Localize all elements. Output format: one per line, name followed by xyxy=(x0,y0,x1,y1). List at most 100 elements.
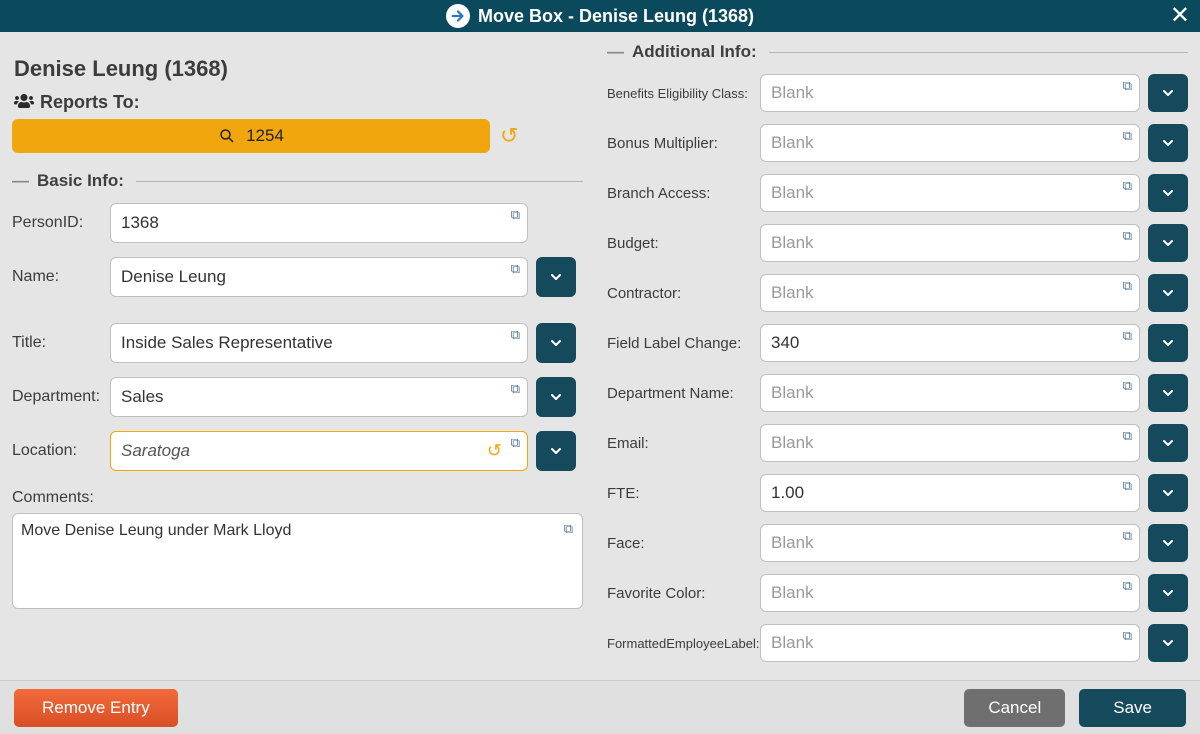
additional-field-row: FTE: ⧉ xyxy=(607,474,1188,512)
popout-icon[interactable]: ⧉ xyxy=(511,381,520,397)
field-label: Budget: xyxy=(607,235,760,252)
remove-entry-button[interactable]: Remove Entry xyxy=(14,689,178,727)
field-label: Branch Access: xyxy=(607,185,760,202)
field-label: Field Label Change: xyxy=(607,335,760,352)
title-input[interactable] xyxy=(110,323,528,363)
expand-button[interactable] xyxy=(1148,474,1188,512)
close-icon[interactable]: ✕ xyxy=(1170,1,1190,30)
popout-icon[interactable]: ⧉ xyxy=(1123,328,1132,344)
personid-label: PersonID: xyxy=(12,214,110,232)
expand-button[interactable] xyxy=(536,431,576,471)
popout-icon[interactable]: ⧉ xyxy=(511,327,520,343)
additional-info-legend: — Additional Info: xyxy=(607,42,1188,62)
dialog-footer: Remove Entry Cancel Save xyxy=(0,680,1200,734)
field-label: Email: xyxy=(607,435,760,452)
additional-field-row: Branch Access: ⧉ xyxy=(607,174,1188,212)
undo-icon[interactable]: ↺ xyxy=(487,441,502,462)
additional-field-row: Favorite Color: ⧉ xyxy=(607,574,1188,612)
expand-button[interactable] xyxy=(1148,374,1188,412)
person-heading: Denise Leung (1368) xyxy=(14,56,583,82)
personid-input[interactable] xyxy=(110,203,528,243)
popout-icon[interactable]: ⧉ xyxy=(1123,78,1132,94)
popout-icon[interactable]: ⧉ xyxy=(1123,228,1132,244)
additional-field-row: Budget: ⧉ xyxy=(607,224,1188,262)
field-input[interactable] xyxy=(760,124,1140,162)
field-input[interactable] xyxy=(760,524,1140,562)
comments-label: Comments: xyxy=(12,489,583,507)
expand-button[interactable] xyxy=(1148,424,1188,462)
expand-button[interactable] xyxy=(536,323,576,363)
left-panel: Denise Leung (1368) Reports To: 1254 ↺ —… xyxy=(0,40,595,680)
location-label: Location: xyxy=(12,442,110,460)
reports-to-search[interactable]: 1254 xyxy=(12,119,490,153)
expand-button[interactable] xyxy=(1148,324,1188,362)
name-input[interactable] xyxy=(110,257,528,297)
field-label: Department Name: xyxy=(607,385,760,402)
expand-button[interactable] xyxy=(1148,274,1188,312)
additional-field-row: Field Label Change: ⧉ xyxy=(607,324,1188,362)
field-input[interactable] xyxy=(760,374,1140,412)
dialog-content: Denise Leung (1368) Reports To: 1254 ↺ —… xyxy=(0,32,1200,680)
additional-field-row: Email: ⧉ xyxy=(607,424,1188,462)
field-input[interactable] xyxy=(760,74,1140,112)
expand-button[interactable] xyxy=(1148,574,1188,612)
popout-icon[interactable]: ⧉ xyxy=(1123,578,1132,594)
expand-button[interactable] xyxy=(1148,624,1188,662)
field-input[interactable] xyxy=(760,474,1140,512)
popout-icon[interactable]: ⧉ xyxy=(1123,428,1132,444)
popout-icon[interactable]: ⧉ xyxy=(511,261,520,277)
popout-icon[interactable]: ⧉ xyxy=(1123,528,1132,544)
undo-icon[interactable]: ↺ xyxy=(498,123,520,149)
field-label: Benefits Eligibility Class: xyxy=(607,86,760,101)
save-button[interactable]: Save xyxy=(1079,689,1186,727)
popout-icon[interactable]: ⧉ xyxy=(1123,278,1132,294)
name-label: Name: xyxy=(12,268,110,286)
additional-field-row: Contractor: ⧉ xyxy=(607,274,1188,312)
move-arrow-icon xyxy=(446,4,470,28)
expand-button[interactable] xyxy=(1148,524,1188,562)
department-input[interactable] xyxy=(110,377,528,417)
popout-icon[interactable]: ⧉ xyxy=(1123,478,1132,494)
field-input[interactable] xyxy=(760,424,1140,462)
expand-button[interactable] xyxy=(1148,174,1188,212)
field-label: Bonus Multiplier: xyxy=(607,135,760,152)
additional-field-row: Benefits Eligibility Class: ⧉ xyxy=(607,74,1188,112)
reports-to-value: 1254 xyxy=(246,126,284,146)
popout-icon[interactable]: ⧉ xyxy=(1123,128,1132,144)
field-label: FTE: xyxy=(607,485,760,502)
field-input[interactable] xyxy=(760,574,1140,612)
popout-icon[interactable]: ⧉ xyxy=(511,207,520,223)
basic-info-legend: — Basic Info: xyxy=(12,171,583,191)
people-icon xyxy=(14,93,34,112)
location-input[interactable] xyxy=(110,431,528,471)
field-label: Contractor: xyxy=(607,285,760,302)
window-title: Move Box - Denise Leung (1368) xyxy=(478,6,754,27)
popout-icon[interactable]: ⧉ xyxy=(564,521,573,537)
expand-button[interactable] xyxy=(1148,124,1188,162)
field-input[interactable] xyxy=(760,624,1140,662)
additional-field-row: Face: ⧉ xyxy=(607,524,1188,562)
expand-button[interactable] xyxy=(536,377,576,417)
right-panel: — Additional Info: Benefits Eligibility … xyxy=(595,40,1200,680)
additional-field-row: FormattedEmployeeLabel: ⧉ xyxy=(607,624,1188,662)
additional-field-row: Department Name: ⧉ xyxy=(607,374,1188,412)
popout-icon[interactable]: ⧉ xyxy=(1123,628,1132,644)
expand-button[interactable] xyxy=(536,257,576,297)
field-input[interactable] xyxy=(760,274,1140,312)
popout-icon[interactable]: ⧉ xyxy=(511,435,520,451)
cancel-button[interactable]: Cancel xyxy=(964,689,1065,727)
title-label: Title: xyxy=(12,334,110,352)
field-label: Face: xyxy=(607,535,760,552)
department-label: Department: xyxy=(12,388,110,406)
expand-button[interactable] xyxy=(1148,74,1188,112)
field-input[interactable] xyxy=(760,324,1140,362)
comments-input[interactable] xyxy=(12,513,583,609)
titlebar: Move Box - Denise Leung (1368) ✕ xyxy=(0,0,1200,32)
field-label: FormattedEmployeeLabel: xyxy=(607,636,760,651)
popout-icon[interactable]: ⧉ xyxy=(1123,378,1132,394)
field-input[interactable] xyxy=(760,224,1140,262)
field-label: Favorite Color: xyxy=(607,585,760,602)
field-input[interactable] xyxy=(760,174,1140,212)
popout-icon[interactable]: ⧉ xyxy=(1123,178,1132,194)
expand-button[interactable] xyxy=(1148,224,1188,262)
